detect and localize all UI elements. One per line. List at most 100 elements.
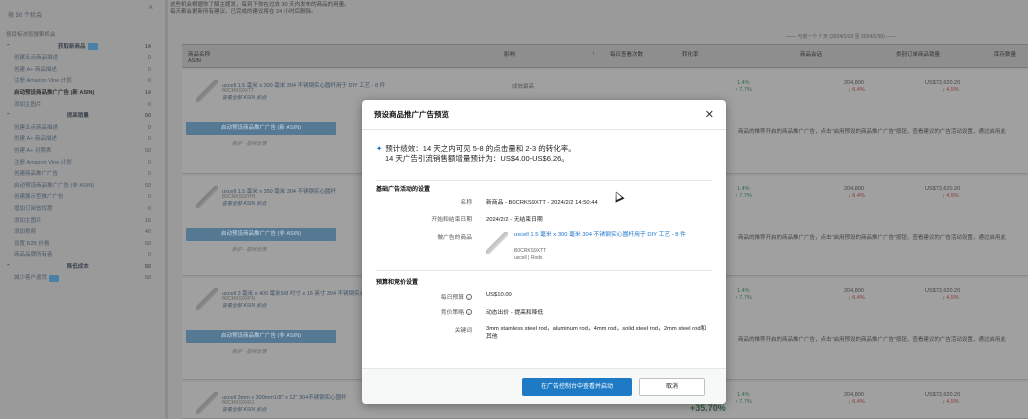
sidebar-item-label: 添加主图片 xyxy=(14,101,42,108)
keywords-label: 关键词 xyxy=(454,328,472,334)
sidebar-item[interactable]: 创建 A+ 商品描述 0 xyxy=(0,134,165,146)
sidebar-item-count: 0 xyxy=(147,136,151,143)
product-image xyxy=(196,288,218,310)
name-label: 名称 xyxy=(460,200,472,206)
sidebar-item-label: 添加视频 xyxy=(14,229,37,236)
sales-value: US$73,620.20 xyxy=(925,288,961,294)
sales-delta: ↓ 4.5% xyxy=(942,295,959,301)
sidebar-item[interactable]: 创建五点商品描述 0 xyxy=(0,53,165,65)
modal-body: ✦ 预计绩效：14 天之内可见 5-8 的点击量和 2-3 的转化率。 14 天广… xyxy=(362,130,726,368)
column-header-sessions[interactable]: 商品会话 xyxy=(800,50,822,58)
sidebar-item[interactable]: 启动预设商品推广广告 (新 ASIN) 14 xyxy=(0,88,165,100)
bid-strategy-label: 竞价策略 i xyxy=(362,307,472,316)
sidebar-item-count: 0 xyxy=(147,101,151,108)
sidebar-item[interactable]: 添加主图片 16 xyxy=(0,216,165,228)
sidebar-item[interactable]: 创建五点商品描述 0 xyxy=(0,123,165,135)
sidebar-close-icon[interactable]: × xyxy=(148,2,153,12)
feedback-link[interactable]: 新护 · 提供反馈 xyxy=(232,349,266,355)
new-badge-icon xyxy=(49,274,60,282)
cancel-button[interactable]: 取消 xyxy=(639,378,705,396)
sidebar-item-count: 0 xyxy=(147,194,151,201)
chevron-up-icon[interactable]: ⌃ xyxy=(6,262,11,274)
feedback-link[interactable]: 新护 · 提供反馈 xyxy=(232,141,266,147)
view-all-asin-link[interactable]: 查看全部 ASIN 机会 xyxy=(222,95,266,101)
sidebar-header[interactable]: 按 50 个机会 xyxy=(0,0,165,30)
column-header-conversion[interactable]: 转化率 xyxy=(682,50,699,58)
sidebar-item-label: 创建 A+ 商品描述 xyxy=(14,136,57,143)
sidebar-item[interactable]: 按目标浏览搜索机会 xyxy=(0,30,165,42)
chevron-up-icon[interactable]: ⌃ xyxy=(6,111,11,123)
sidebar-item[interactable]: 添加主图片 0 xyxy=(0,100,165,112)
sidebar-item[interactable]: 增加订阅省优惠 0 xyxy=(0,204,165,216)
sidebar-item[interactable]: 启动预设商品推广广告 (非 ASIN) 50 xyxy=(0,181,165,193)
column-header-sales[interactable]: 类别订单商品销量 xyxy=(896,50,940,58)
sidebar-item[interactable]: ⌃ 提高销量 50 xyxy=(0,111,165,123)
sidebar-item-label: 创建商品推广广告 xyxy=(14,171,59,178)
sessions-value: 204,800 xyxy=(844,186,864,192)
view-all-asin-link[interactable]: 查看全部 ASIN 机会 xyxy=(222,407,266,413)
view-and-launch-button[interactable]: 在广告控制台中查看并启动 xyxy=(522,378,632,396)
sidebar-item[interactable]: ⌃ 降低成本 50 xyxy=(0,262,165,274)
sessions-delta: ↓ 6.4% xyxy=(848,87,865,93)
product-image xyxy=(196,186,218,208)
sidebar-item[interactable]: 添加视频 40 xyxy=(0,227,165,239)
sidebar-item-label: 启动预设商品推广广告 (新 ASIN) xyxy=(14,89,95,96)
product-image xyxy=(196,392,218,414)
section-budget-settings: 预算和竞价设置 xyxy=(376,280,419,286)
chevron-up-icon[interactable]: ⌃ xyxy=(6,42,11,54)
sidebar-item[interactable]: 商品品牌所有者 0 xyxy=(0,250,165,262)
modal-header: 预设商品推广广告预览 ✕ xyxy=(362,100,726,130)
column-header-product[interactable]: 商品名称 xyxy=(188,50,210,58)
column-header-views[interactable]: 每日查看次数 xyxy=(610,50,643,58)
sidebar-item-count: 0 xyxy=(147,55,151,62)
launch-preset-ad-button[interactable]: 启动预设商品推广广告 (非 ASIN) xyxy=(186,228,336,241)
impact-badge: 成效最高 xyxy=(512,84,535,90)
sidebar-item[interactable]: 减少客户退货 50 xyxy=(0,273,165,285)
sidebar-item[interactable]: 创建 A+ 对照表 50 xyxy=(0,146,165,158)
product-title-link[interactable]: uxcell 1.5 毫米 x 300 毫米 304 不锈钢实心圆杆用于 DIY… xyxy=(514,232,714,239)
date-range-label: —— 与前一个 7 天 (2024/1/16 至 2024/1/30) —— xyxy=(786,34,897,40)
column-header-inventory[interactable]: 库存数量 xyxy=(994,50,1016,58)
sidebar-item[interactable]: 创建 A+ 商品描述 0 xyxy=(0,65,165,77)
view-all-asin-link[interactable]: 查看全部 ASIN 机会 xyxy=(222,201,266,207)
sidebar-item-label: 增加订阅省优惠 xyxy=(14,205,53,212)
sidebar-item[interactable]: ⌃ 获取新商品 14 xyxy=(0,42,165,54)
sidebar-item-count: 50 xyxy=(144,275,151,282)
row-recommendation-text: 商品的推荐开启的商品推广广告，点击"启用预设的商品推广广告"按钮，查看建议的广告… xyxy=(738,129,1006,135)
info-icon[interactable]: i xyxy=(466,294,472,301)
sort-icon[interactable]: ↓ xyxy=(592,50,595,56)
info-icon[interactable]: i xyxy=(466,309,472,316)
sidebar-item-count: 50 xyxy=(144,147,151,154)
view-all-asin-link[interactable]: 查看全部 ASIN 机会 xyxy=(222,303,266,309)
launch-preset-ad-button[interactable]: 启动预设商品推广广告 (非 ASIN) xyxy=(186,330,336,343)
sidebar-item[interactable]: 创建商品推广广告 0 xyxy=(0,169,165,181)
sidebar-item-label: 降低成本 xyxy=(66,263,89,270)
sidebar-item-label: 按目标浏览搜索机会 xyxy=(6,32,56,38)
sales-value: US$73,620.20 xyxy=(925,392,961,398)
sales-delta: ↓ 4.5% xyxy=(942,87,959,93)
close-icon[interactable]: ✕ xyxy=(705,108,714,121)
sidebar-item[interactable]: 注册 Amazon Vine 计划 0 xyxy=(0,76,165,88)
budget-label: 每日预算 i xyxy=(362,292,472,301)
launch-preset-ad-button[interactable]: 启动预设商品推广广告 (新 ASIN) xyxy=(186,122,336,135)
sales-delta: ↓ 4.5% xyxy=(942,399,959,405)
conversion-value: 1.4% xyxy=(737,288,750,294)
sidebar-item[interactable]: 设置 B2B 价格 50 xyxy=(0,239,165,251)
sidebar-item-count: 0 xyxy=(147,78,151,85)
column-header-impact[interactable]: 影响 xyxy=(504,50,515,58)
sidebar-item-count: 16 xyxy=(144,217,151,224)
performance-estimate: ✦ 预计绩效：14 天之内可见 5-8 的点击量和 2-3 的转化率。 14 天广… xyxy=(376,144,576,164)
sidebar-item[interactable]: 注册 Amazon Vine 计划 0 xyxy=(0,158,165,170)
sales-delta: ↓ 4.5% xyxy=(942,193,959,199)
sidebar-item[interactable]: 创建展示型推广广告 0 xyxy=(0,192,165,204)
sales-value: US$73,620.20 xyxy=(925,80,961,86)
sidebar-item-count: 0 xyxy=(147,66,151,73)
product-asin: B0CRKS9XR1 xyxy=(222,400,255,406)
conversion-delta: ↑ 7.7% xyxy=(735,399,752,405)
feedback-link[interactable]: 新护 · 提供反馈 xyxy=(232,247,266,253)
sidebar-item-count: 14 xyxy=(144,89,151,96)
sidebar-item-count: 50 xyxy=(144,240,151,247)
sidebar-item-label: 创建 A+ 商品描述 xyxy=(14,66,57,73)
sidebar-item-count: 40 xyxy=(144,229,151,236)
divider xyxy=(376,180,712,181)
